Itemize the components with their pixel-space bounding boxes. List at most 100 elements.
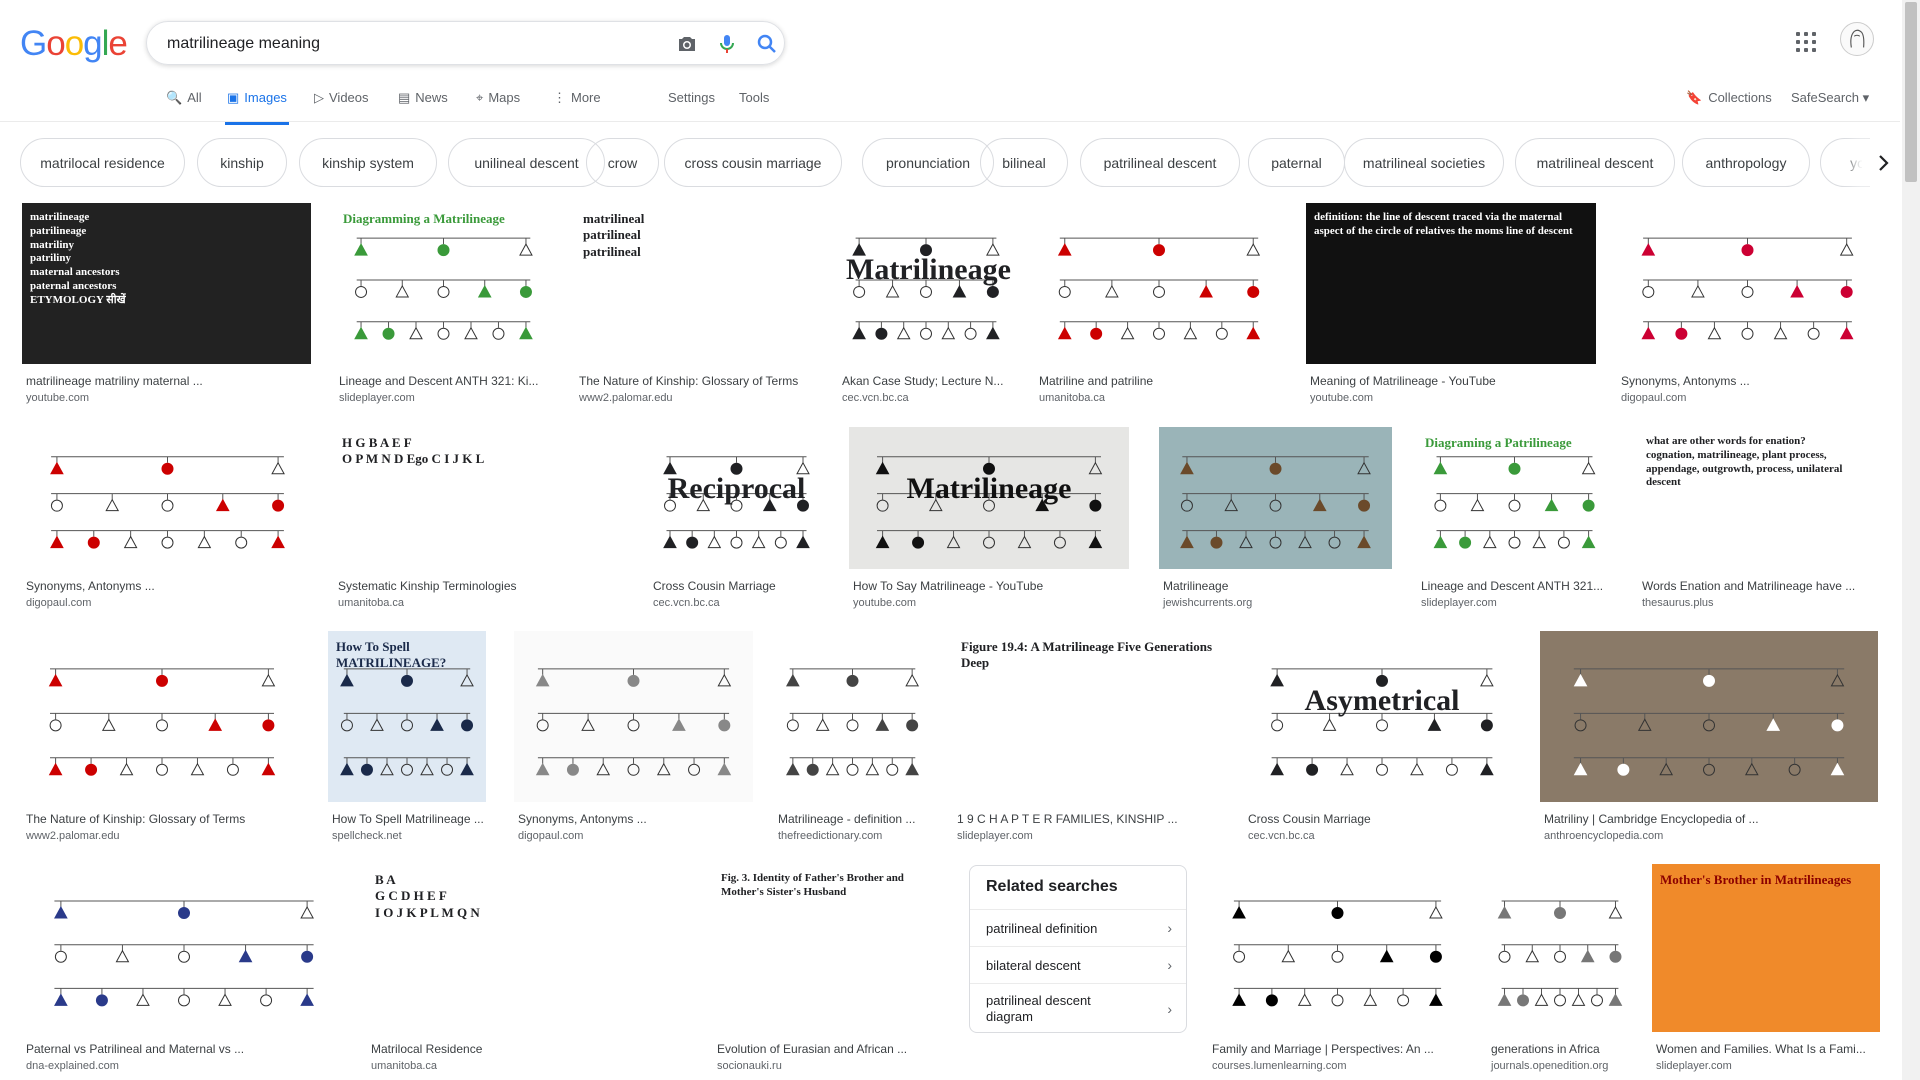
result-source[interactable]: slideplayer.com: [957, 830, 1033, 842]
chip[interactable]: bilineal: [980, 138, 1068, 187]
result-title[interactable]: Matriliny | Cambridge Encyclopedia of ..…: [1544, 812, 1878, 826]
result-thumbnail[interactable]: B A G C D H E F I O J K P L M Q N: [367, 864, 693, 1032]
result-title[interactable]: The Nature of Kinship: Glossary of Terms: [26, 812, 302, 826]
result-title[interactable]: Synonyms, Antonyms ...: [518, 812, 753, 826]
result-source[interactable]: jewishcurrents.org: [1163, 597, 1252, 609]
avatar[interactable]: [1840, 22, 1874, 56]
chip[interactable]: paternal: [1248, 138, 1345, 187]
result-thumbnail[interactable]: [22, 631, 302, 802]
result-title[interactable]: Evolution of Eurasian and African ...: [717, 1042, 950, 1056]
result-title[interactable]: Women and Families. What Is a Fami...: [1656, 1042, 1880, 1056]
result-source[interactable]: youtube.com: [1310, 392, 1373, 404]
result-thumbnail[interactable]: [1208, 864, 1467, 1032]
result-thumbnail[interactable]: [1617, 203, 1878, 364]
image-result[interactable]: Family and Marriage | Perspectives: An .…: [1208, 864, 1467, 1078]
image-result[interactable]: Matriliny | Cambridge Encyclopedia of ..…: [1540, 631, 1878, 848]
tab-tools[interactable]: Tools: [739, 90, 769, 122]
result-title[interactable]: Paternal vs Patrilineal and Maternal vs …: [26, 1042, 346, 1056]
image-result[interactable]: How To Spell MATRILINEAGE? How To Spell M…: [328, 631, 486, 848]
camera-icon[interactable]: [675, 32, 699, 56]
image-result[interactable]: Synonyms, Antonyms ... digopaul.com: [1617, 203, 1878, 410]
image-result[interactable]: Diagramming a Matrilineage Lineage and De…: [335, 203, 552, 410]
result-thumbnail[interactable]: definition: the line of descent traced v…: [1306, 203, 1596, 364]
search-icon[interactable]: [755, 32, 779, 56]
mic-icon[interactable]: [715, 32, 739, 56]
result-thumbnail[interactable]: Diagraming a Patrilineage: [1417, 427, 1612, 569]
image-result[interactable]: Matriline and patriline umanitoba.ca: [1035, 203, 1283, 410]
related-search-item[interactable]: patrilineal definition ›: [970, 909, 1186, 946]
result-source[interactable]: slideplayer.com: [1421, 597, 1497, 609]
result-thumbnail[interactable]: matrilineage patrilineage matriliny patr…: [22, 203, 311, 364]
result-title[interactable]: Cross Cousin Marriage: [1248, 812, 1520, 826]
result-source[interactable]: journals.openedition.org: [1491, 1060, 1608, 1072]
image-result[interactable]: Synonyms, Antonyms ... digopaul.com: [514, 631, 753, 848]
result-source[interactable]: youtube.com: [853, 597, 916, 609]
result-source[interactable]: digopaul.com: [26, 597, 91, 609]
result-source[interactable]: www2.palomar.edu: [579, 392, 673, 404]
image-result[interactable]: matrilineage patrilineage matriliny patr…: [22, 203, 311, 410]
result-title[interactable]: Matrilineage - definition ...: [778, 812, 931, 826]
result-source[interactable]: youtube.com: [26, 392, 89, 404]
result-source[interactable]: www2.palomar.edu: [26, 830, 120, 842]
image-result[interactable]: Reciprocal Cross Cousin Marriage cec.vcn.b…: [649, 427, 824, 615]
search-input[interactable]: [167, 31, 647, 57]
result-thumbnail[interactable]: Matrilineage: [838, 203, 1014, 364]
result-thumbnail[interactable]: H G B A E F O P M N D Ego C I J K L: [334, 427, 628, 569]
result-source[interactable]: digopaul.com: [518, 830, 583, 842]
apps-grid-icon[interactable]: [1796, 32, 1816, 52]
result-source[interactable]: umanitoba.ca: [371, 1060, 437, 1072]
result-source[interactable]: spellcheck.net: [332, 830, 402, 842]
result-source[interactable]: slideplayer.com: [1656, 1060, 1732, 1072]
google-logo[interactable]: Google: [20, 24, 128, 64]
image-result[interactable]: Matrilineage jewishcurrents.org: [1159, 427, 1392, 615]
result-thumbnail[interactable]: [22, 427, 313, 569]
result-thumbnail[interactable]: [1035, 203, 1283, 364]
tab-settings[interactable]: Settings: [668, 90, 715, 122]
image-result[interactable]: Matrilineage How To Say Matrilineage - Yo…: [849, 427, 1129, 615]
result-thumbnail[interactable]: [1540, 631, 1878, 802]
result-thumbnail[interactable]: what are other words for enation? cognat…: [1638, 427, 1878, 569]
scrollbar-thumb[interactable]: [1905, 2, 1917, 182]
chip[interactable]: cross cousin marriage: [664, 138, 842, 187]
result-source[interactable]: umanitoba.ca: [338, 597, 404, 609]
result-source[interactable]: umanitoba.ca: [1039, 392, 1105, 404]
related-search-item[interactable]: bilateral descent ›: [970, 946, 1186, 983]
result-thumbnail[interactable]: [1159, 427, 1392, 569]
chip[interactable]: pronunciation: [862, 138, 994, 187]
result-thumbnail[interactable]: matrilineal patrilineal patrilineal: [575, 203, 818, 364]
tab-maps[interactable]: ⌖ Maps: [476, 90, 520, 122]
result-source[interactable]: dna-explained.com: [26, 1060, 119, 1072]
result-title[interactable]: Words Enation and Matrilineage have ...: [1642, 579, 1878, 593]
result-title[interactable]: Meaning of Matrilineage - YouTube: [1310, 374, 1596, 388]
result-title[interactable]: Matrilocal Residence: [371, 1042, 693, 1056]
result-source[interactable]: thesaurus.plus: [1642, 597, 1714, 609]
result-thumbnail[interactable]: Asymetrical: [1244, 631, 1520, 802]
tab-more[interactable]: ⋮ More: [553, 90, 601, 122]
chip[interactable]: matrilocal residence: [20, 138, 185, 187]
result-source[interactable]: courses.lumenlearning.com: [1212, 1060, 1347, 1072]
chip[interactable]: matrilineal societies: [1344, 138, 1504, 187]
result-title[interactable]: generations in Africa: [1491, 1042, 1633, 1056]
image-result[interactable]: The Nature of Kinship: Glossary of Terms…: [22, 631, 302, 848]
image-result[interactable]: H G B A E F O P M N D Ego C I J K L Syste…: [334, 427, 628, 615]
result-title[interactable]: Lineage and Descent ANTH 321...: [1421, 579, 1612, 593]
result-source[interactable]: slideplayer.com: [339, 392, 415, 404]
chips-next-button[interactable]: [1862, 140, 1904, 186]
result-source[interactable]: digopaul.com: [1621, 392, 1686, 404]
result-title[interactable]: 1 9 C H A P T E R FAMILIES, KINSHIP ...: [957, 812, 1224, 826]
result-thumbnail[interactable]: [22, 864, 346, 1032]
result-thumbnail[interactable]: Fig. 3. Identity of Father's Brother and…: [713, 864, 950, 1032]
result-source[interactable]: thefreedictionary.com: [778, 830, 882, 842]
tab-images[interactable]: ▣ Images: [225, 90, 289, 125]
result-title[interactable]: How To Say Matrilineage - YouTube: [853, 579, 1129, 593]
result-title[interactable]: How To Spell Matrilineage ...: [332, 812, 486, 826]
safesearch-button[interactable]: SafeSearch ▾: [1791, 90, 1869, 106]
image-result[interactable]: Matrilineage Akan Case Study; Lecture N..…: [838, 203, 1014, 410]
tab-news[interactable]: ▤ News: [398, 90, 448, 122]
related-search-item[interactable]: patrilineal descent diagram ›: [970, 983, 1186, 1033]
chip[interactable]: anthropology: [1682, 138, 1810, 187]
result-source[interactable]: cec.vcn.bc.ca: [653, 597, 720, 609]
image-result[interactable]: Fig. 3. Identity of Father's Brother and…: [713, 864, 950, 1078]
result-title[interactable]: Cross Cousin Marriage: [653, 579, 824, 593]
result-title[interactable]: The Nature of Kinship: Glossary of Terms: [579, 374, 818, 388]
